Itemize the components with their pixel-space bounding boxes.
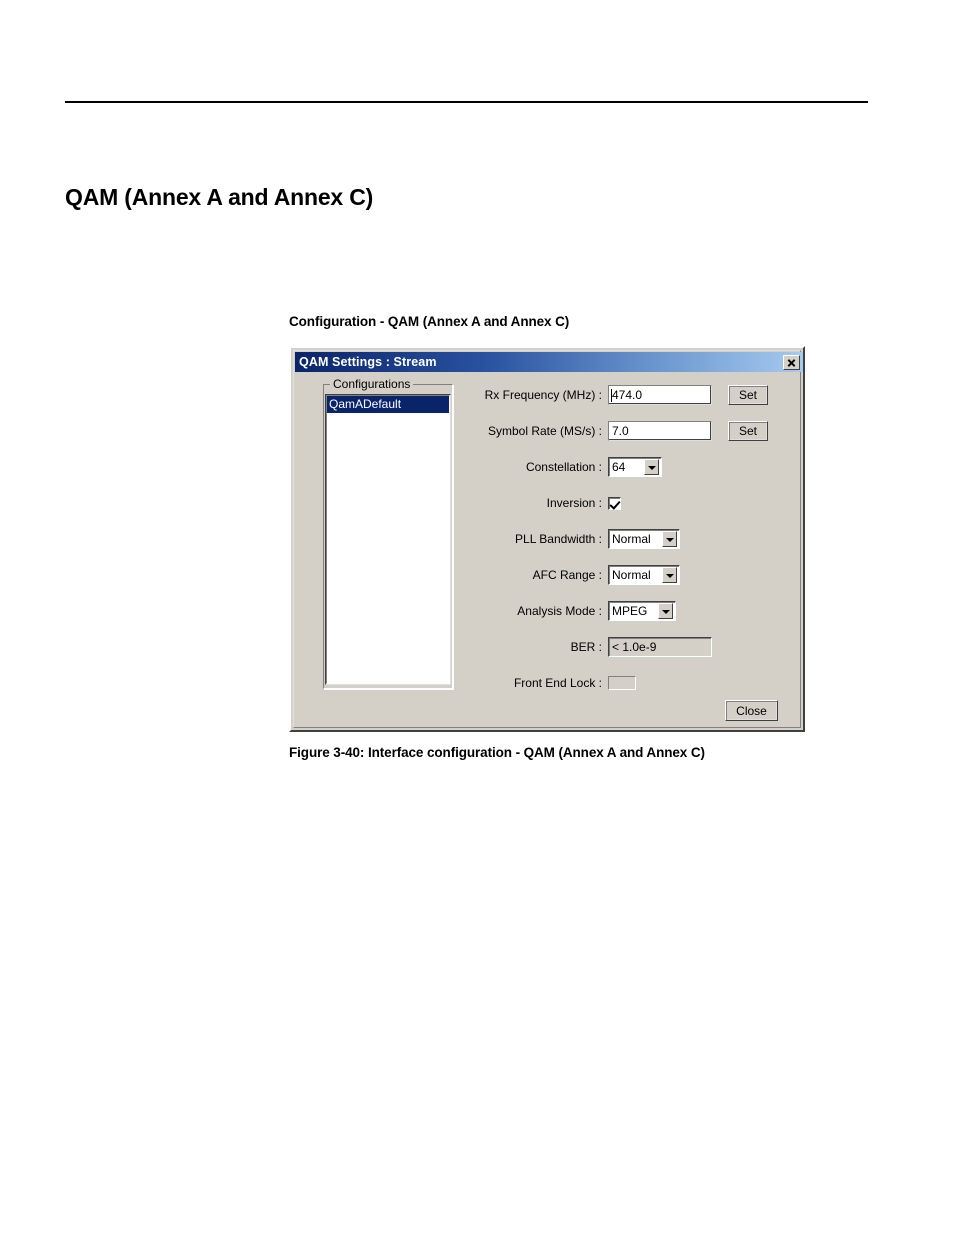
- row-symbol-rate: Symbol Rate (MS/s) : 7.0 Set: [466, 420, 796, 442]
- afc-range-value: Normal: [612, 568, 651, 582]
- inversion-checkbox[interactable]: [608, 496, 621, 510]
- ber-value-field: < 1.0e-9: [608, 637, 712, 657]
- pll-bandwidth-value: Normal: [612, 532, 651, 546]
- row-inversion: Inversion :: [466, 492, 796, 514]
- figure-label: Configuration - QAM (Annex A and Annex C…: [289, 314, 570, 329]
- symbol-rate-value: 7.0: [612, 424, 629, 438]
- chevron-down-icon[interactable]: [662, 531, 677, 547]
- ber-value: < 1.0e-9: [612, 640, 657, 654]
- chevron-down-icon[interactable]: [658, 603, 673, 619]
- text-caret: [611, 389, 612, 402]
- constellation-value: 64: [612, 460, 626, 474]
- row-front-end-lock: Front End Lock :: [466, 672, 796, 694]
- list-item[interactable]: QamADefault: [327, 396, 449, 413]
- symbol-rate-set-button[interactable]: Set: [728, 421, 768, 441]
- symbol-rate-input[interactable]: 7.0: [608, 421, 712, 441]
- close-button[interactable]: Close: [725, 700, 778, 721]
- afc-range-label: AFC Range :: [532, 568, 602, 582]
- front-end-lock-label: Front End Lock :: [513, 676, 602, 690]
- row-analysis-mode: Analysis Mode : MPEG: [466, 600, 796, 622]
- analysis-mode-dropdown[interactable]: MPEG: [608, 601, 676, 621]
- ber-label: BER :: [570, 640, 602, 654]
- rx-frequency-value: 474.0: [612, 388, 643, 402]
- rx-frequency-label: Rx Frequency (MHz) :: [484, 388, 602, 402]
- row-ber: BER : < 1.0e-9: [466, 636, 796, 658]
- rx-frequency-set-button[interactable]: Set: [728, 385, 768, 405]
- page-title: QAM (Annex A and Annex C): [65, 184, 374, 210]
- rx-frequency-input[interactable]: 474.0: [608, 385, 712, 405]
- inversion-label: Inversion :: [546, 496, 602, 510]
- constellation-dropdown[interactable]: 64: [608, 457, 662, 477]
- front-end-lock-indicator: [608, 676, 636, 690]
- chevron-down-icon[interactable]: [662, 567, 677, 583]
- configurations-group-label: Configurations: [330, 377, 414, 391]
- row-afc-range: AFC Range : Normal: [466, 564, 796, 586]
- pll-bandwidth-label: PLL Bandwidth :: [515, 532, 602, 546]
- row-pll-bandwidth: PLL Bandwidth : Normal: [466, 528, 796, 550]
- configurations-listbox[interactable]: QamADefault: [326, 395, 450, 684]
- dialog-titlebar[interactable]: QAM Settings : Stream: [295, 352, 803, 372]
- row-constellation: Constellation : 64: [466, 456, 796, 478]
- afc-range-dropdown[interactable]: Normal: [608, 565, 680, 585]
- dialog-title: QAM Settings : Stream: [299, 355, 437, 369]
- symbol-rate-label: Symbol Rate (MS/s) :: [487, 424, 602, 438]
- row-rx-frequency: Rx Frequency (MHz) : 474.0 Set: [466, 384, 796, 406]
- constellation-label: Constellation :: [525, 460, 602, 474]
- analysis-mode-value: MPEG: [612, 604, 648, 618]
- qam-settings-dialog: QAM Settings : Stream Configurations Qam…: [289, 346, 805, 732]
- pll-bandwidth-dropdown[interactable]: Normal: [608, 529, 680, 549]
- figure-caption: Figure 3-40: Interface configuration - Q…: [289, 745, 705, 760]
- page-header-rule: [65, 101, 868, 103]
- analysis-mode-label: Analysis Mode :: [517, 604, 602, 618]
- close-x-icon[interactable]: [783, 354, 800, 370]
- chevron-down-icon[interactable]: [644, 459, 659, 475]
